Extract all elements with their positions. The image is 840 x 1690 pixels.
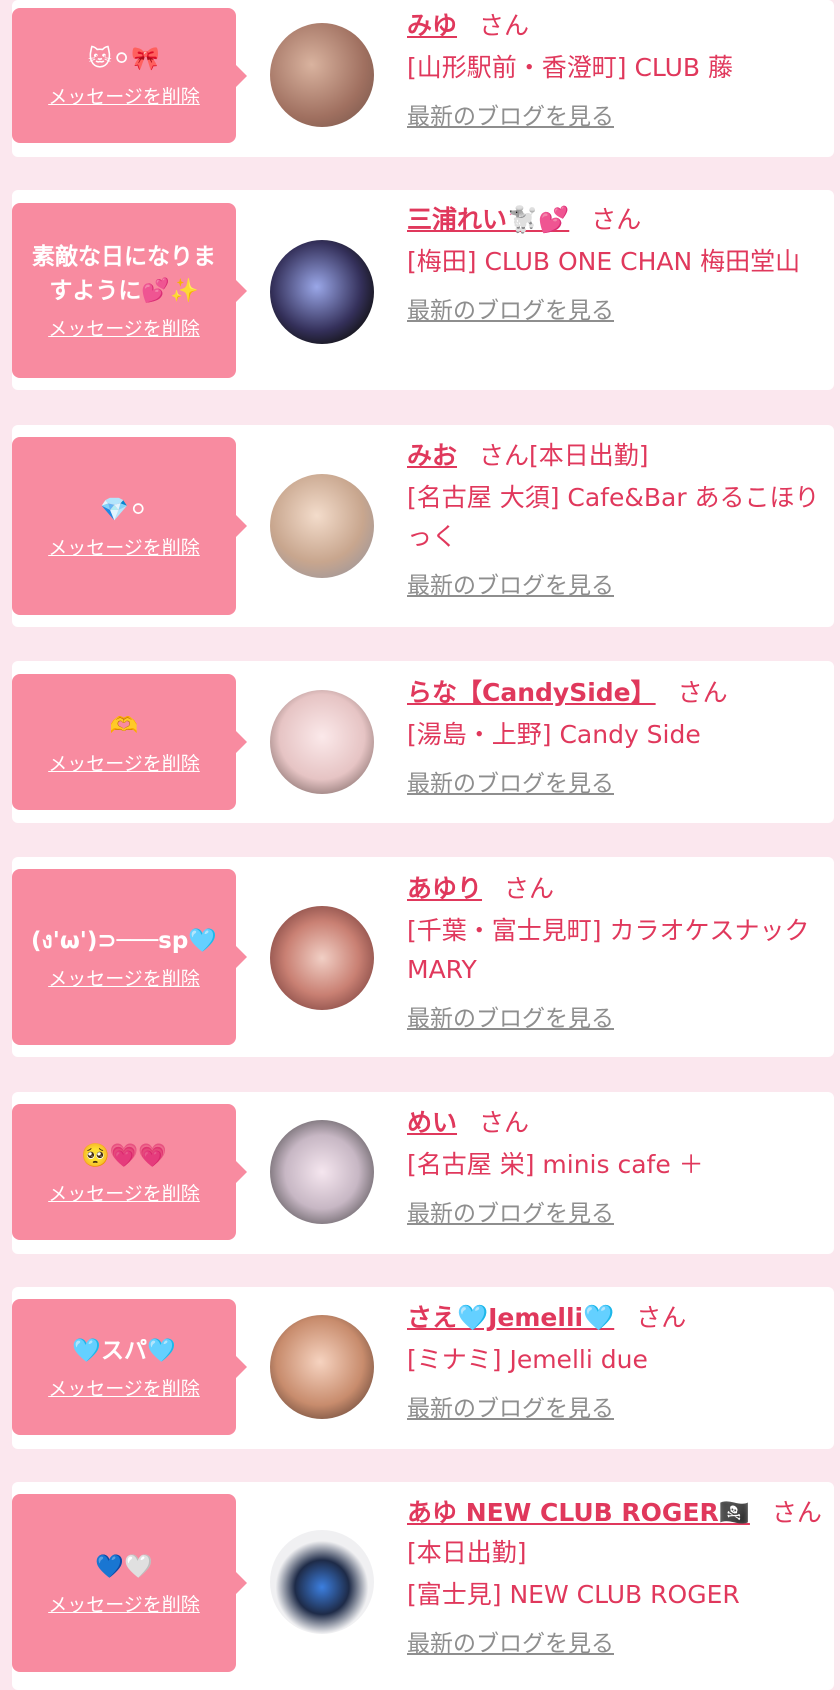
shop-text: [富士見] NEW CLUB ROGER bbox=[407, 1580, 740, 1609]
message-text: 🥺💗💗 bbox=[81, 1142, 167, 1169]
blog-link[interactable]: 最新のブログを見る bbox=[407, 1389, 614, 1423]
avatar[interactable] bbox=[270, 23, 374, 127]
message-bubble: 素敵な日になりますように💕✨ メッセージを削除 bbox=[12, 203, 247, 378]
avatar[interactable] bbox=[270, 906, 374, 1010]
blog-link[interactable]: 最新のブログを見る bbox=[407, 999, 614, 1033]
message-text: 🫶 bbox=[109, 712, 139, 739]
message-bubble: 🫶 メッセージを削除 bbox=[12, 674, 247, 810]
status-text: [本日出勤] bbox=[407, 1538, 527, 1567]
avatar[interactable] bbox=[270, 690, 374, 794]
honorific: さん bbox=[479, 441, 530, 470]
name-link[interactable]: さえ🩵Jemelli🩵 bbox=[407, 1303, 614, 1332]
name-link[interactable]: あゆ NEW CLUB ROGER🏴‍☠️ bbox=[407, 1498, 750, 1527]
delete-message-link[interactable]: メッセージを削除 bbox=[48, 533, 200, 560]
message-text: 💎⚪ bbox=[100, 496, 148, 523]
delete-message-link[interactable]: メッセージを削除 bbox=[48, 1590, 200, 1617]
delete-message-link[interactable]: メッセージを削除 bbox=[48, 1374, 200, 1401]
name-link[interactable]: あゆり bbox=[407, 874, 482, 903]
message-bubble: (ง'ω')⊃───sp🩵 メッセージを削除 bbox=[12, 869, 247, 1045]
blog-link[interactable]: 最新のブログを見る bbox=[407, 1194, 614, 1228]
shop-text: [千葉・富士見町] カラオケスナック MARY bbox=[407, 916, 810, 984]
honorific: さん bbox=[479, 1108, 530, 1137]
shop-text: [ミナミ] Jemelli due bbox=[407, 1345, 648, 1374]
shop-text: [湯島・上野] Candy Side bbox=[407, 720, 701, 749]
message-bubble: 🐱⚪🎀 メッセージを削除 bbox=[12, 8, 247, 143]
message-text: 💙🤍 bbox=[95, 1553, 153, 1580]
delete-message-link[interactable]: メッセージを削除 bbox=[48, 314, 200, 341]
avatar[interactable] bbox=[270, 240, 374, 344]
avatar[interactable] bbox=[270, 1120, 374, 1224]
delete-message-link[interactable]: メッセージを削除 bbox=[48, 1179, 200, 1206]
message-bubble: 💙🤍 メッセージを削除 bbox=[12, 1494, 247, 1672]
status-text: [本日出勤] bbox=[529, 441, 649, 470]
shop-text: [山形駅前・香澄町] CLUB 藤 bbox=[407, 53, 733, 82]
delete-message-link[interactable]: メッセージを削除 bbox=[48, 82, 200, 109]
name-link[interactable]: らな【CandySide】 bbox=[407, 678, 656, 707]
honorific: さん bbox=[636, 1303, 687, 1332]
message-text: (ง'ω')⊃───sp🩵 bbox=[31, 927, 217, 954]
message-text: 素敵な日になりますように💕✨ bbox=[32, 244, 216, 304]
message-bubble: 🩵スパ🩵 メッセージを削除 bbox=[12, 1299, 247, 1435]
delete-message-link[interactable]: メッセージを削除 bbox=[48, 749, 200, 776]
shop-text: [梅田] CLUB ONE CHAN 梅田堂山 bbox=[407, 247, 801, 276]
delete-message-link[interactable]: メッセージを削除 bbox=[48, 964, 200, 991]
honorific: さん bbox=[479, 11, 530, 40]
blog-link[interactable]: 最新のブログを見る bbox=[407, 1624, 614, 1658]
blog-link[interactable]: 最新のブログを見る bbox=[407, 291, 614, 325]
honorific: さん bbox=[771, 1498, 822, 1527]
message-bubble: 🥺💗💗 メッセージを削除 bbox=[12, 1104, 247, 1240]
honorific: さん bbox=[677, 678, 728, 707]
avatar[interactable] bbox=[270, 1315, 374, 1419]
name-link[interactable]: 三浦れい🐩💕 bbox=[407, 205, 569, 234]
name-link[interactable]: みゆ bbox=[407, 11, 457, 40]
blog-link[interactable]: 最新のブログを見る bbox=[407, 97, 614, 131]
name-link[interactable]: めい bbox=[407, 1108, 457, 1137]
message-text: 🐱⚪🎀 bbox=[88, 46, 160, 72]
avatar[interactable] bbox=[270, 1530, 374, 1634]
avatar[interactable] bbox=[270, 474, 374, 578]
message-text: 🩵スパ🩵 bbox=[72, 1337, 176, 1364]
name-link[interactable]: みお bbox=[407, 441, 457, 470]
shop-text: [名古屋 大須] Cafe&Bar あるこほりっく bbox=[407, 483, 820, 551]
blog-link[interactable]: 最新のブログを見る bbox=[407, 764, 614, 798]
blog-link[interactable]: 最新のブログを見る bbox=[407, 566, 614, 600]
honorific: さん bbox=[591, 205, 642, 234]
message-bubble: 💎⚪ メッセージを削除 bbox=[12, 437, 247, 615]
shop-text: [名古屋 栄] minis cafe ＋ bbox=[407, 1150, 704, 1179]
honorific: さん bbox=[504, 874, 555, 903]
